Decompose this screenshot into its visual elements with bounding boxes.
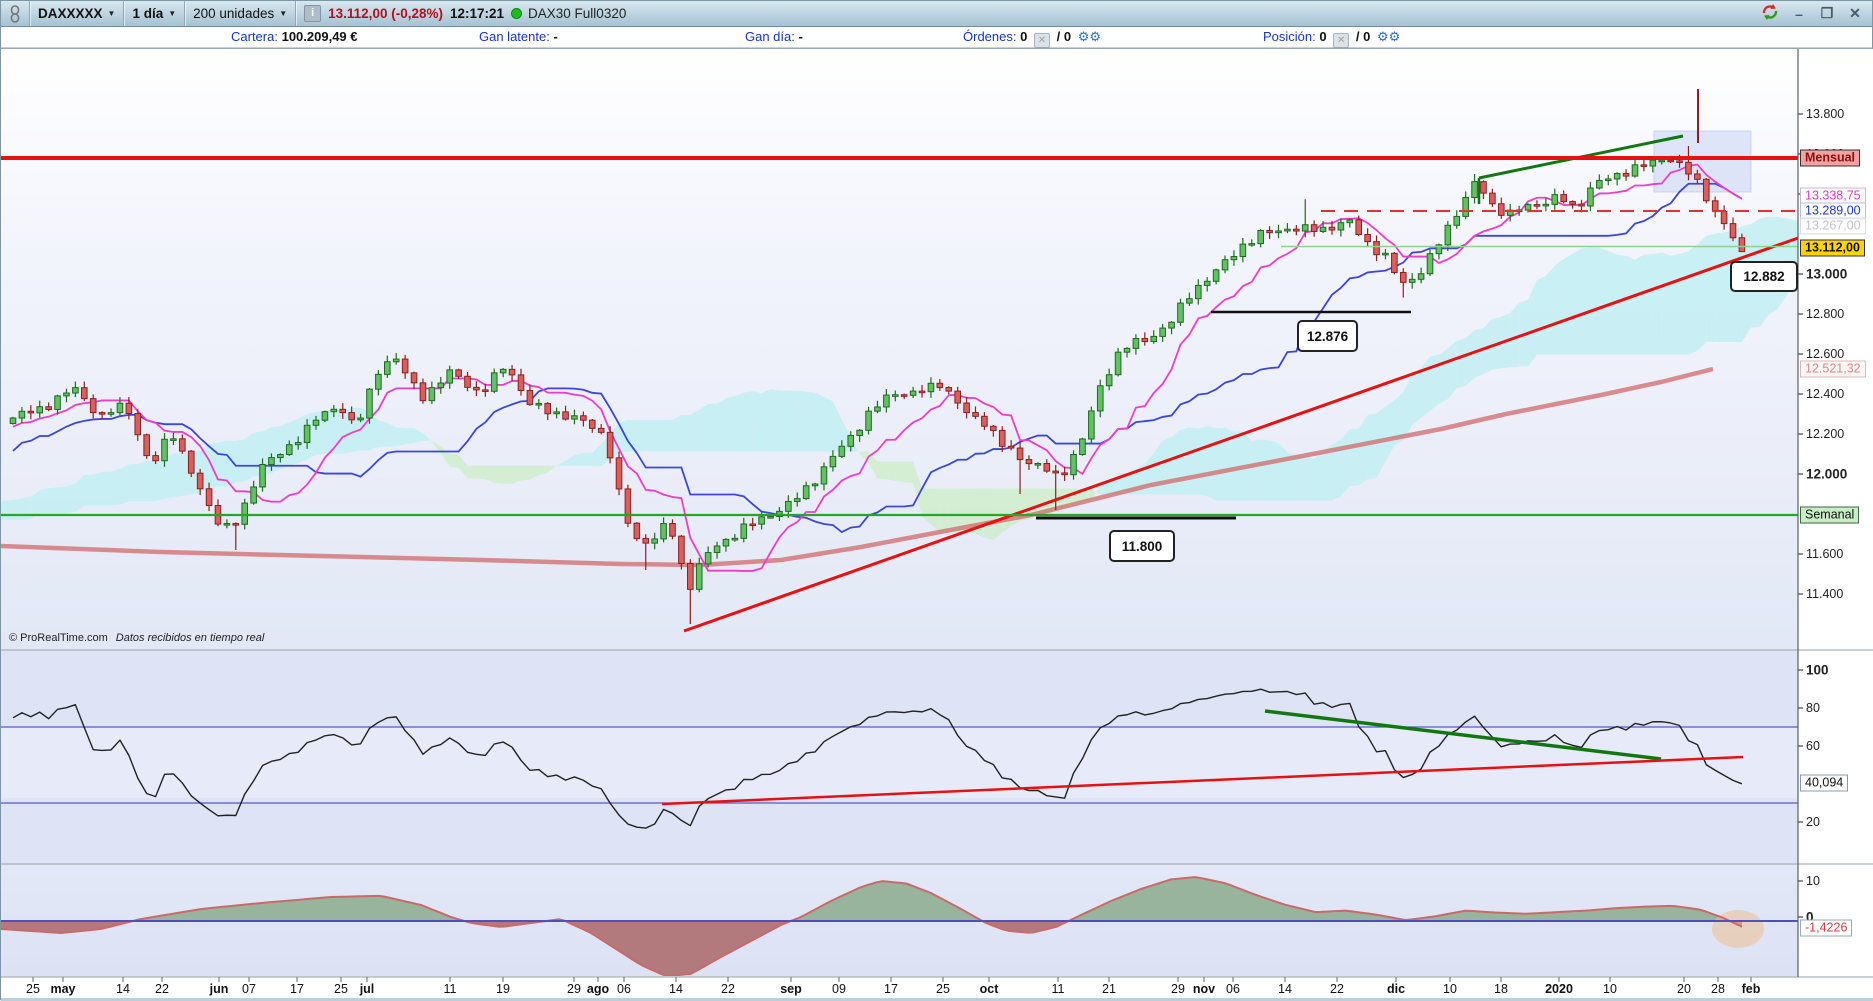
- date-axis-tick[interactable]: 21: [1102, 982, 1116, 996]
- ma-value-tag: 12.521,32: [1800, 360, 1866, 378]
- date-axis-tick[interactable]: 14: [1278, 982, 1292, 996]
- price-chart[interactable]: [1, 1, 1873, 1001]
- annotation-12876[interactable]: 12.876: [1297, 320, 1358, 352]
- date-axis-tick[interactable]: 14: [116, 982, 130, 996]
- date-axis-tick[interactable]: nov: [1193, 982, 1215, 996]
- date-axis-tick[interactable]: 09: [832, 982, 846, 996]
- rsi-axis-tick[interactable]: 80: [1806, 701, 1820, 715]
- price-axis-tick[interactable]: 12.800: [1806, 307, 1844, 321]
- oscillator-value-tag: -1,4226: [1800, 919, 1853, 937]
- date-axis-tick[interactable]: jun: [210, 982, 229, 996]
- rsi-value-tag: 40,094: [1800, 774, 1849, 792]
- date-axis-tick[interactable]: 06: [1226, 982, 1240, 996]
- annotation-12882[interactable]: 12.882: [1730, 261, 1798, 292]
- oscillator-axis-tick[interactable]: 10: [1806, 874, 1820, 888]
- date-axis-tick[interactable]: 2020: [1545, 982, 1573, 996]
- date-axis-tick[interactable]: 14: [669, 982, 683, 996]
- mensual-level-tag: Mensual: [1800, 149, 1861, 167]
- date-axis-tick[interactable]: 10: [1603, 982, 1617, 996]
- semanal-level-tag: Semanal: [1800, 506, 1860, 524]
- price-axis-tick[interactable]: 13.800: [1806, 107, 1844, 121]
- date-axis-tick[interactable]: 25: [334, 982, 348, 996]
- date-axis-tick[interactable]: sep: [780, 982, 802, 996]
- price-axis-tick[interactable]: 12.400: [1806, 387, 1844, 401]
- price-axis-tick[interactable]: 12.200: [1806, 427, 1844, 441]
- date-axis-tick[interactable]: 19: [496, 982, 510, 996]
- date-axis-tick[interactable]: may: [50, 982, 75, 996]
- price-axis-tick[interactable]: 13.000: [1806, 267, 1847, 282]
- last-price-tag: 13.112,00: [1800, 239, 1865, 257]
- date-axis-tick[interactable]: 29: [567, 982, 581, 996]
- price-axis-tick[interactable]: 11.600: [1806, 547, 1843, 561]
- ghost-value-tag: 13.267,00: [1800, 217, 1866, 235]
- price-axis-tick[interactable]: 11.400: [1806, 587, 1843, 601]
- rsi-axis-tick[interactable]: 60: [1806, 739, 1820, 753]
- date-axis-tick[interactable]: 22: [721, 982, 735, 996]
- price-axis-tick[interactable]: 12.600: [1806, 347, 1844, 361]
- date-axis-tick[interactable]: 06: [617, 982, 631, 996]
- date-axis-tick[interactable]: oct: [980, 982, 999, 996]
- rsi-axis-tick[interactable]: 20: [1806, 815, 1820, 829]
- date-axis-tick[interactable]: 22: [155, 982, 169, 996]
- date-axis-tick[interactable]: 11: [444, 982, 457, 996]
- date-axis-tick[interactable]: 17: [884, 982, 898, 996]
- rsi-axis-tick[interactable]: 100: [1806, 663, 1829, 678]
- date-axis-tick[interactable]: 28: [1711, 982, 1725, 996]
- date-axis-tick[interactable]: 20: [1677, 982, 1691, 996]
- date-axis-tick[interactable]: 25: [26, 982, 40, 996]
- date-axis-tick[interactable]: jul: [360, 982, 375, 996]
- date-axis-tick[interactable]: 18: [1494, 982, 1508, 996]
- copyright-notice: © ProRealTime.com Datos recibidos en tiem…: [9, 632, 264, 644]
- date-axis-tick[interactable]: 29: [1171, 982, 1185, 996]
- annotation-11800[interactable]: 11.800: [1109, 530, 1175, 562]
- price-axis-tick[interactable]: 12.000: [1806, 467, 1847, 482]
- copyright-text: © ProRealTime.com: [9, 632, 108, 644]
- realtime-data-text: Datos recibidos en tiempo real: [115, 632, 265, 644]
- date-axis-tick[interactable]: 07: [242, 982, 256, 996]
- date-axis-tick[interactable]: dic: [1387, 982, 1405, 996]
- date-axis-tick[interactable]: 17: [290, 982, 304, 996]
- date-axis-tick[interactable]: ago: [587, 982, 609, 996]
- date-axis-tick[interactable]: 25: [936, 982, 950, 996]
- date-axis-tick[interactable]: feb: [1742, 982, 1761, 996]
- date-axis-tick[interactable]: 22: [1330, 982, 1344, 996]
- date-axis-tick[interactable]: 10: [1443, 982, 1457, 996]
- date-axis-tick[interactable]: 11: [1052, 982, 1065, 996]
